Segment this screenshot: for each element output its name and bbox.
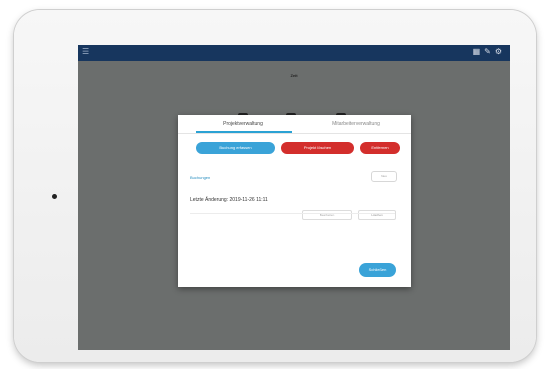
delete-project-button[interactable]: Projekt löschen [281,142,354,154]
settings-icon[interactable]: ⚙ [495,47,506,56]
divider [190,213,395,214]
remove-button[interactable]: Entfernen [360,142,400,154]
list-item: Letzte Änderung: 2019-11-26 11:11 [190,197,268,203]
edit-button[interactable]: Bearbeiten [302,210,352,220]
top-bar: ☰ ▦✎⚙ [78,45,510,61]
add-booking-button[interactable]: Buchung erfassen [196,142,275,154]
tab-employees[interactable]: Mitarbeiterverwaltung [308,121,404,127]
topbar-actions: ▦✎⚙ [473,48,506,56]
project-dialog: Projektverwaltung Mitarbeiterverwaltung … [178,115,411,287]
active-tab-indicator [196,131,292,133]
tab-project[interactable]: Projektverwaltung [198,121,288,127]
menu-icon[interactable]: ☰ [82,48,89,56]
section-label: Buchungen [190,175,211,180]
dialog-tabs: Projektverwaltung Mitarbeiterverwaltung [178,115,411,134]
home-button[interactable] [52,194,57,199]
app-screen: ☰ ▦✎⚙ Zeit Projektverwaltung Mitarbeiter… [78,45,510,350]
delete-button[interactable]: Löschen [358,210,396,220]
page-title: Zeit [290,73,298,78]
close-button[interactable]: Schließen [359,263,396,277]
new-entry-button[interactable]: Neu [371,171,397,182]
tablet-frame: ☰ ▦✎⚙ Zeit Projektverwaltung Mitarbeiter… [14,10,536,362]
grid-icon[interactable]: ▦ [473,47,485,56]
pencil-icon[interactable]: ✎ [484,47,495,56]
